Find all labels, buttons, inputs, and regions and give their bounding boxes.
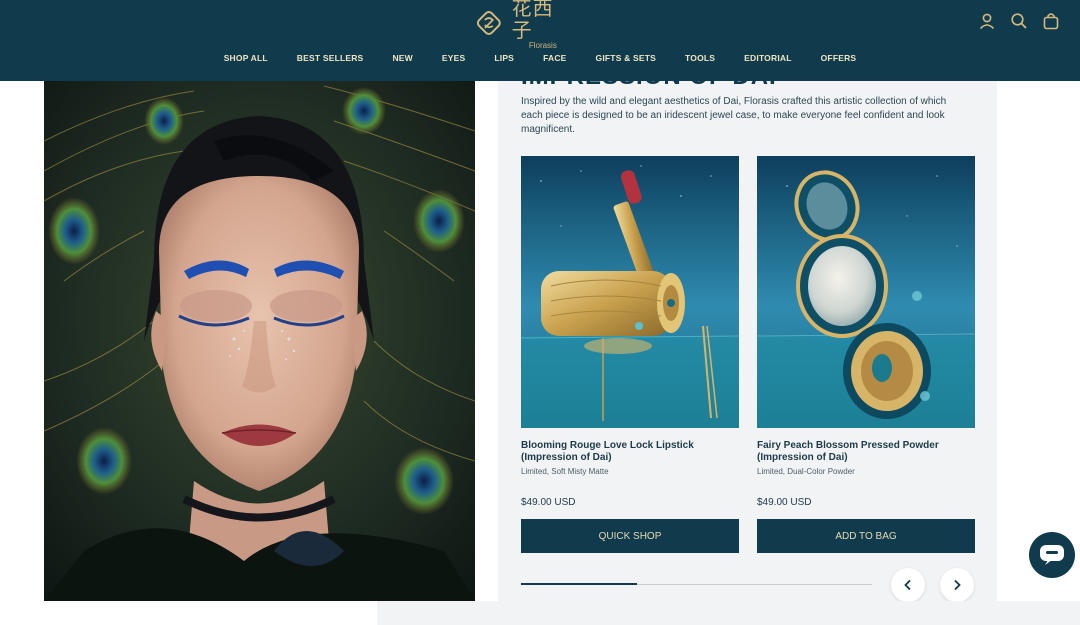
- nav-best-sellers[interactable]: BEST SELLERS: [282, 53, 378, 63]
- carousel-progress-fill: [521, 583, 637, 585]
- hero-image: [44, 81, 475, 601]
- page-footer-strip: [377, 601, 1080, 625]
- product-image-lipstick[interactable]: [521, 156, 739, 428]
- user-icon[interactable]: [978, 12, 996, 30]
- product-price: $49.00 USD: [521, 497, 576, 508]
- add-to-bag-button[interactable]: ADD TO BAG: [757, 519, 975, 553]
- nav-face[interactable]: FACE: [529, 53, 581, 63]
- nav-eyes[interactable]: EYES: [427, 53, 479, 63]
- carousel-prev-button[interactable]: [891, 568, 925, 601]
- collection-title: IMPRESSION OF DAI: [521, 81, 777, 91]
- site-header: 花西子 Florasis SHOP ALL BEST SELLERS NEW E…: [0, 0, 1080, 81]
- collection-description: Inspired by the wild and elegant aesthet…: [521, 96, 947, 135]
- brand-name-en: Florasis: [528, 40, 557, 50]
- product-name[interactable]: Blooming Rouge Love Lock Lipstick (Impre…: [521, 440, 739, 464]
- nav-gifts-sets[interactable]: GIFTS & SETS: [581, 53, 671, 63]
- main-nav: SHOP ALL BEST SELLERS NEW EYES LIPS FACE…: [0, 53, 1080, 63]
- collection-panel: IMPRESSION OF DAI Inspired by the wild a…: [498, 81, 997, 601]
- chevron-left-icon: [904, 579, 911, 591]
- quick-shop-button[interactable]: QUICK SHOP: [521, 519, 739, 553]
- product-subtitle: Limited, Soft Misty Matte: [521, 467, 609, 476]
- product-price: $49.00 USD: [757, 497, 812, 508]
- logo-mark-icon: [476, 11, 501, 35]
- carousel-progress: [521, 583, 872, 585]
- search-icon[interactable]: [1010, 12, 1028, 30]
- nav-offers[interactable]: OFFERS: [806, 53, 871, 63]
- nav-shop-all[interactable]: SHOP ALL: [209, 53, 282, 63]
- product-card[interactable]: Blooming Rouge Love Lock Lipstick (Impre…: [521, 156, 739, 553]
- nav-new[interactable]: NEW: [378, 53, 427, 63]
- chevron-right-icon: [954, 579, 961, 591]
- product-name[interactable]: Fairy Peach Blossom Pressed Powder (Impr…: [757, 440, 975, 464]
- nav-editorial[interactable]: EDITORIAL: [730, 53, 806, 63]
- brand-name-cn: 花西子: [511, 0, 554, 42]
- nav-lips[interactable]: LIPS: [480, 53, 529, 63]
- product-image-powder[interactable]: [757, 156, 975, 428]
- carousel-next-button[interactable]: [940, 568, 974, 601]
- chat-button[interactable]: [1029, 532, 1075, 578]
- brand-logo[interactable]: 花西子 Florasis: [474, 0, 574, 50]
- nav-tools[interactable]: TOOLS: [671, 53, 730, 63]
- bag-icon[interactable]: [1042, 12, 1060, 30]
- product-card[interactable]: Fairy Peach Blossom Pressed Powder (Impr…: [757, 156, 975, 553]
- chat-icon: [1040, 545, 1064, 565]
- product-subtitle: Limited, Dual-Color Powder: [757, 467, 855, 476]
